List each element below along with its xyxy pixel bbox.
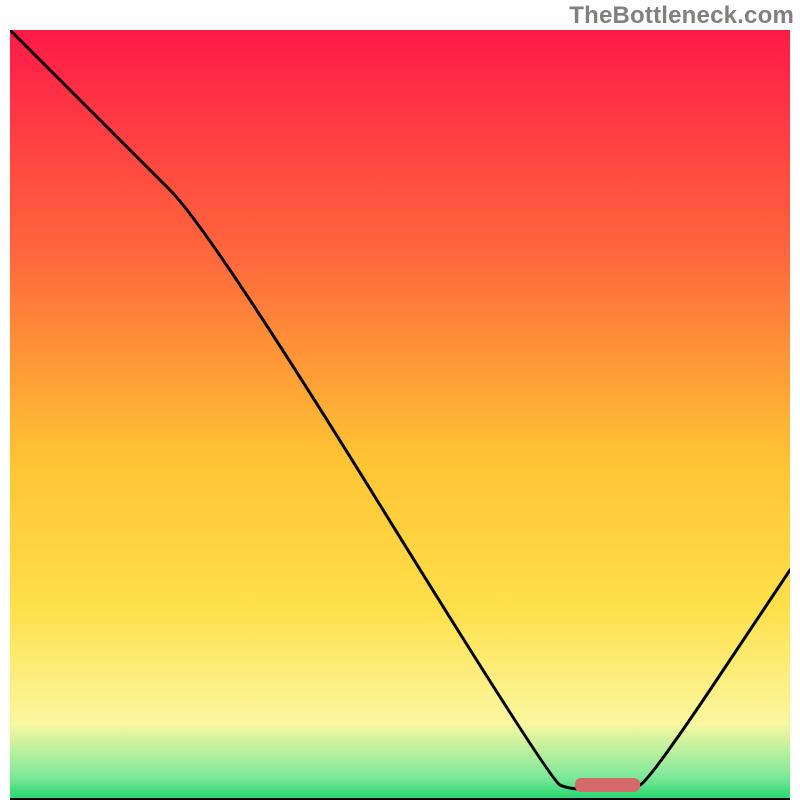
bottleneck-plot [10,30,790,800]
chart-container: TheBottleneck.com [0,0,800,800]
watermark-text: TheBottleneck.com [569,2,794,30]
optimal-marker [575,778,640,792]
